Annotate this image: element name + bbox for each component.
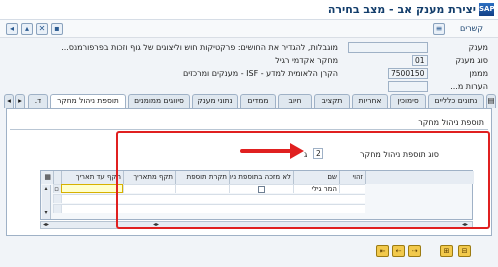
- sponsor-text: הקרן הלאומית למדע - ISF - מענקים ומרכזים: [182, 69, 338, 78]
- valid-to-input[interactable]: [61, 184, 123, 193]
- tab-scroll-left[interactable]: ◂: [4, 94, 14, 108]
- back-icon[interactable]: ◂: [6, 23, 18, 35]
- table-settings-icon[interactable]: ▦: [41, 171, 53, 184]
- cancel-icon[interactable]: ✕: [36, 23, 48, 35]
- grant-field[interactable]: [348, 42, 428, 53]
- row-selector-header: [53, 171, 61, 184]
- title-bar: יצירת מענק אב - מצב בחירה SAP: [0, 0, 498, 20]
- row-selector[interactable]: [53, 194, 61, 203]
- tab-list-icon[interactable]: ▤: [486, 94, 496, 108]
- exit-icon[interactable]: ▴: [21, 23, 33, 35]
- tab-general-data[interactable]: נתונים כלליים: [428, 94, 484, 108]
- previous-page-icon[interactable]: ⇠: [392, 245, 405, 257]
- reports-icon[interactable]: ≡: [433, 23, 445, 35]
- delete-row-icon[interactable]: ⊟: [458, 245, 471, 257]
- tab-research-management-supplement[interactable]: תוספת ניהול מחקר: [50, 94, 126, 109]
- vertical-scrollbar[interactable]: ▴ ▾: [42, 185, 51, 219]
- highlight-frame: [116, 131, 490, 229]
- reports-link[interactable]: קשרים: [460, 24, 483, 33]
- scroll-up-icon[interactable]: ▴: [42, 185, 50, 193]
- grant-type-label: סוג מענק: [455, 56, 488, 65]
- sponsor-label: מממן: [469, 69, 488, 78]
- tab-scroll-right[interactable]: ▸: [15, 94, 25, 108]
- insert-row-icon[interactable]: ⊞: [440, 245, 453, 257]
- tab-funded-classifications[interactable]: סיווגים ממומנים: [128, 94, 190, 108]
- next-page-icon[interactable]: ⇢: [408, 245, 421, 257]
- group-title: תוספת ניהול מחקר: [418, 118, 484, 127]
- sap-logo: SAP: [479, 3, 495, 16]
- group-header: תוספת ניהול מחקר: [10, 116, 488, 130]
- grant-type-code[interactable]: 01: [412, 55, 428, 66]
- scroll-down-icon[interactable]: ▾: [42, 209, 50, 217]
- tab-billing[interactable]: חיוב: [278, 94, 312, 108]
- remarks-field[interactable]: [388, 81, 428, 92]
- row-selector[interactable]: ▫: [53, 184, 61, 193]
- tab-references[interactable]: סימוכין: [390, 94, 426, 108]
- sponsor-code[interactable]: 7500150: [388, 68, 428, 79]
- first-page-icon[interactable]: ⇤: [376, 245, 389, 257]
- column-valid-to[interactable]: תקף עד תאריך: [61, 171, 123, 184]
- grant-label: מענק: [468, 43, 488, 52]
- tab-more[interactable]: ד.: [28, 94, 48, 108]
- application-toolbar: ◂ ▴ ✕ ▪ קשרים ≡: [0, 20, 498, 38]
- tab-budget[interactable]: תקציב: [314, 94, 350, 108]
- tab-grant-data[interactable]: נתוני מענק: [192, 94, 238, 108]
- row-selector[interactable]: [53, 204, 61, 213]
- grant-description: מוגבלות, להגדיר את החושים: פרקטיקות חוש …: [61, 43, 338, 52]
- tab-dimensions[interactable]: ממדים: [240, 94, 276, 108]
- save-icon[interactable]: ▪: [51, 23, 63, 35]
- tab-responsibility[interactable]: אחריות: [352, 94, 388, 108]
- window-title: יצירת מענק אב - מצב בחירה: [327, 3, 476, 16]
- remarks-label: הערות מ...: [450, 82, 488, 91]
- grant-type-text: מחקר אקדמי רגיל: [275, 56, 338, 65]
- scroll-left-icon[interactable]: ◂▸: [43, 221, 49, 228]
- tab-strip: ◂ ▸ ד. תוספת ניהול מחקר סיווגים ממומנים …: [0, 94, 498, 109]
